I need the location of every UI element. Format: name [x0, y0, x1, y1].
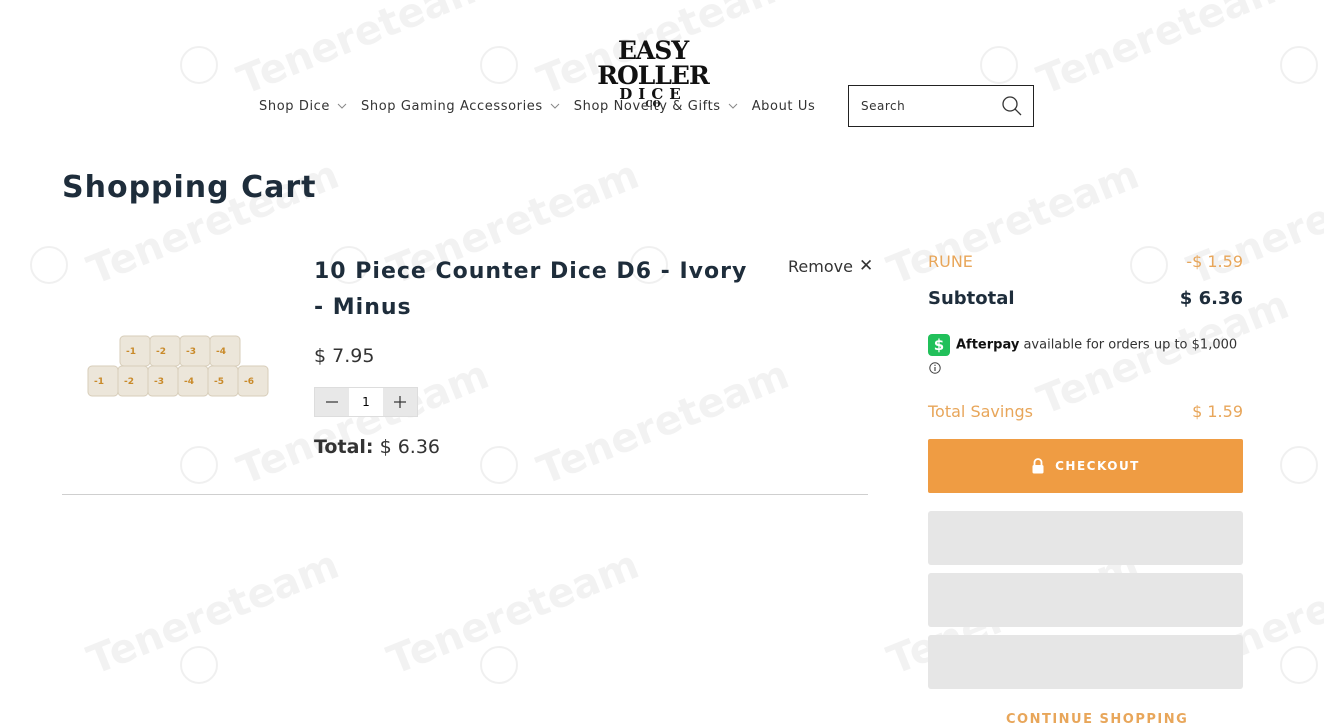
- search-input[interactable]: [859, 98, 993, 114]
- subtotal-row: Subtotal $ 6.36: [928, 288, 1243, 309]
- subtotal-label: Subtotal: [928, 288, 1015, 309]
- afterpay-message: $ Afterpay available for orders up to $1,…: [928, 334, 1248, 374]
- nav-item-label: Shop Novelty & Gifts: [573, 98, 721, 114]
- quantity-input[interactable]: [349, 388, 383, 416]
- svg-text:-1: -1: [126, 347, 136, 357]
- svg-text:-4: -4: [216, 347, 226, 357]
- info-icon[interactable]: [929, 362, 941, 374]
- nav-item-label: About Us: [751, 98, 816, 114]
- watermark-text: Tenereteam: [531, 351, 796, 495]
- quantity-stepper: [314, 387, 418, 417]
- product-price: $ 7.95: [314, 345, 375, 367]
- logo-line-1: EASY ROLLER: [597, 36, 710, 90]
- watermark-text: Tenereteam: [231, 351, 496, 495]
- increase-quantity-button[interactable]: [383, 388, 417, 416]
- afterpay-icon: $: [928, 334, 950, 356]
- decrease-quantity-button[interactable]: [315, 388, 349, 416]
- discount-code-label: RUNE: [928, 252, 973, 271]
- nav-item-about-us[interactable]: About Us: [752, 97, 816, 115]
- total-savings-value: $ 1.59: [1192, 402, 1243, 421]
- total-savings-row: Total Savings $ 1.59: [928, 402, 1243, 421]
- watermark-text: Tenereteam: [881, 151, 1146, 295]
- watermark-text: Tenereteam: [231, 0, 496, 105]
- watermark-text: Tenereteam: [381, 541, 646, 685]
- remove-button[interactable]: Remove ✕: [788, 256, 873, 276]
- search-icon[interactable]: [1001, 95, 1023, 117]
- nav-item-shop-dice[interactable]: Shop Dice: [259, 97, 347, 115]
- chevron-down-icon: [728, 103, 738, 109]
- svg-text:-1: -1: [94, 377, 104, 387]
- chevron-down-icon: [337, 103, 347, 109]
- discount-value: -$ 1.59: [1186, 252, 1243, 271]
- afterpay-text: available for orders up to $1,000: [1023, 337, 1238, 353]
- subtotal-value: $ 6.36: [1179, 288, 1243, 309]
- svg-text:-3: -3: [154, 377, 164, 387]
- svg-text:-3: -3: [186, 347, 196, 357]
- close-icon: ✕: [858, 256, 874, 276]
- nav-item-shop-gaming-accessories[interactable]: Shop Gaming Accessories: [361, 97, 560, 115]
- chevron-down-icon: [550, 103, 560, 109]
- remove-label: Remove: [788, 256, 853, 276]
- line-total-label: Total:: [314, 436, 374, 458]
- search-box: [848, 85, 1034, 127]
- watermark-text: Tenereteam: [1031, 0, 1296, 105]
- express-payment-button[interactable]: [928, 511, 1243, 565]
- site-logo[interactable]: EASY ROLLER DICE CO: [578, 38, 728, 110]
- svg-text:-5: -5: [214, 377, 224, 387]
- product-name[interactable]: 10 Piece Counter Dice D6 - Ivory - Minus: [314, 254, 754, 326]
- watermark-text: Tenereteam: [81, 541, 346, 685]
- checkout-button[interactable]: CHECKOUT: [928, 439, 1243, 493]
- watermark-text: Tenereteam: [1181, 151, 1324, 295]
- svg-text:-6: -6: [244, 377, 254, 387]
- nav-item-label: Shop Dice: [259, 98, 330, 114]
- main-nav: Shop Dice Shop Gaming Accessories Shop N…: [259, 97, 829, 115]
- discount-row: RUNE -$ 1.59: [928, 252, 1243, 271]
- minus-icon: [326, 401, 338, 403]
- line-total: Total: $ 6.36: [314, 436, 440, 458]
- svg-text:-2: -2: [156, 347, 166, 357]
- total-savings-label: Total Savings: [928, 402, 1033, 421]
- svg-text:-4: -4: [184, 377, 194, 387]
- lock-icon: [1032, 458, 1044, 474]
- plus-icon: [394, 396, 406, 408]
- nav-item-shop-novelty-gifts[interactable]: Shop Novelty & Gifts: [574, 97, 738, 115]
- page-title: Shopping Cart: [62, 170, 317, 205]
- express-payment-button[interactable]: [928, 635, 1243, 689]
- svg-text:-2: -2: [124, 377, 134, 387]
- nav-item-label: Shop Gaming Accessories: [361, 98, 543, 114]
- product-image[interactable]: -1 -2 -3 -4 -1 -2 -3 -4 -5 -6: [86, 330, 270, 400]
- line-total-value: $ 6.36: [379, 436, 440, 458]
- cart-divider: [62, 494, 868, 495]
- afterpay-brand: Afterpay: [956, 337, 1020, 353]
- checkout-label: CHECKOUT: [1055, 459, 1140, 473]
- express-payment-button[interactable]: [928, 573, 1243, 627]
